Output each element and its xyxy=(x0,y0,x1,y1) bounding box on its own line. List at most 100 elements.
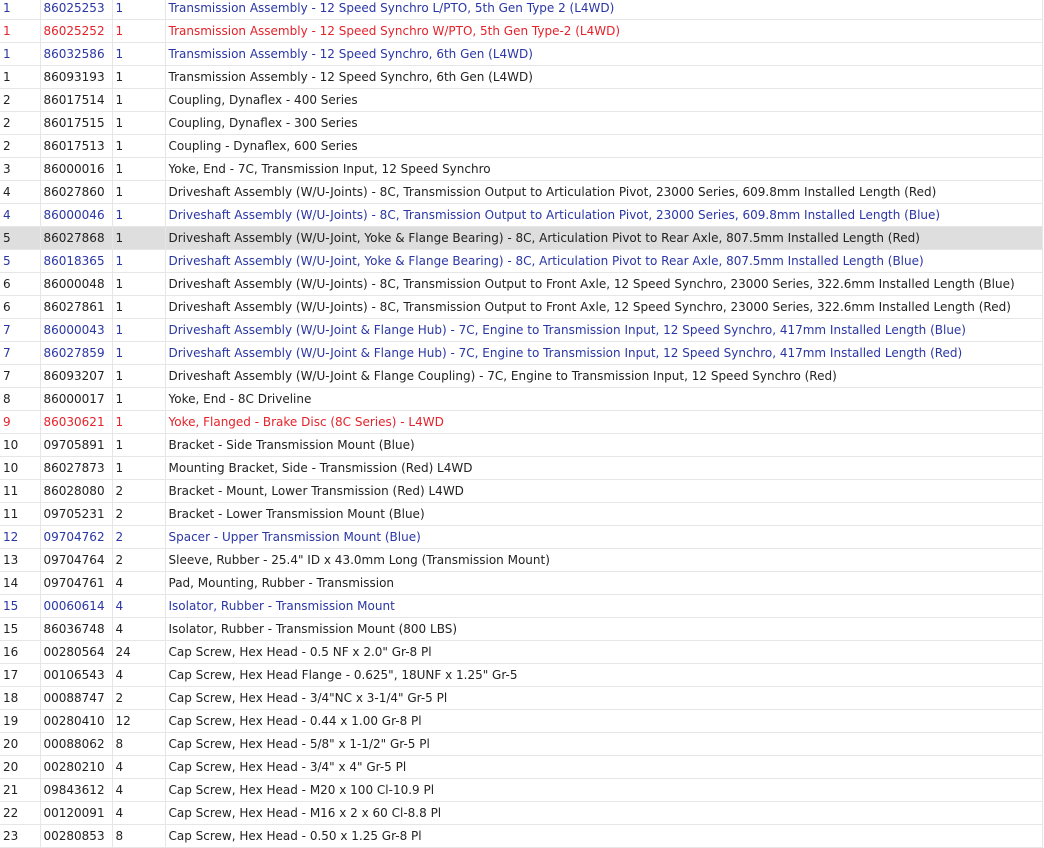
description-cell: Cap Screw, Hex Head - 3/4"NC x 3-1/4" Gr… xyxy=(165,686,1043,710)
part-number-cell: 09704761 xyxy=(40,571,113,595)
description-cell[interactable]: Isolator, Rubber - Transmission Mount xyxy=(165,594,1043,618)
item-number-cell[interactable]: 1 xyxy=(0,42,41,66)
description-cell: Bracket - Mount, Lower Transmission (Red… xyxy=(165,479,1043,503)
quantity-cell[interactable]: 1 xyxy=(112,19,166,43)
quantity-cell[interactable]: 1 xyxy=(112,0,166,20)
table-row[interactable]: 9 86030621 1 Yoke, Flanged - Brake Disc (8C… xyxy=(0,410,1043,434)
table-row: 21 09843612 4 Cap Screw, Hex Head - M20 x 1… xyxy=(0,778,1043,802)
description-cell[interactable]: Transmission Assembly - 12 Speed Synchro… xyxy=(165,0,1043,20)
quantity-cell[interactable]: 4 xyxy=(112,594,166,618)
description-cell: Cap Screw, Hex Head - M16 x 2 x 60 Cl-8.… xyxy=(165,801,1043,825)
description-cell: Cap Screw, Hex Head - 0.5 NF x 2.0" Gr-8… xyxy=(165,640,1043,664)
item-number-cell: 19 xyxy=(0,709,41,733)
item-number-cell[interactable]: 5 xyxy=(0,249,41,273)
item-number-cell[interactable]: 1 xyxy=(0,19,41,43)
quantity-cell: 8 xyxy=(112,732,166,756)
part-number-cell[interactable]: 86032586 xyxy=(40,42,113,66)
item-number-cell: 1 xyxy=(0,65,41,89)
table-row[interactable]: 1 86025252 1 Transmission Assembly - 12 Spe… xyxy=(0,19,1043,43)
part-number-cell[interactable]: 86030621 xyxy=(40,410,113,434)
quantity-cell: 1 xyxy=(112,180,166,204)
item-number-cell: 4 xyxy=(0,180,41,204)
quantity-cell[interactable]: 1 xyxy=(112,318,166,342)
item-number-cell[interactable]: 9 xyxy=(0,410,41,434)
description-cell[interactable]: Transmission Assembly - 12 Speed Synchro… xyxy=(165,42,1043,66)
description-cell[interactable]: Transmission Assembly - 12 Speed Synchro… xyxy=(165,19,1043,43)
item-number-cell: 20 xyxy=(0,732,41,756)
quantity-cell[interactable]: 2 xyxy=(112,525,166,549)
table-row[interactable]: 1 86025253 1 Transmission Assembly - 12 Spe… xyxy=(0,0,1043,20)
description-cell: Yoke, End - 7C, Transmission Input, 12 S… xyxy=(165,157,1043,181)
part-number-cell[interactable]: 86000046 xyxy=(40,203,113,227)
description-cell: Sleeve, Rubber - 25.4" ID x 43.0mm Long … xyxy=(165,548,1043,572)
table-row: 8 86000017 1 Yoke, End - 8C Driveline xyxy=(0,387,1043,411)
quantity-cell: 2 xyxy=(112,502,166,526)
description-cell[interactable]: Yoke, Flanged - Brake Disc (8C Series) -… xyxy=(165,410,1043,434)
item-number-cell: 13 xyxy=(0,548,41,572)
item-number-cell[interactable]: 15 xyxy=(0,594,41,618)
table-row[interactable]: 4 86000046 1 Driveshaft Assembly (W/U-Joint… xyxy=(0,203,1043,227)
table-row: 18 00088747 2 Cap Screw, Hex Head - 3/4"NC … xyxy=(0,686,1043,710)
part-number-cell[interactable]: 86000043 xyxy=(40,318,113,342)
description-cell[interactable]: Spacer - Upper Transmission Mount (Blue) xyxy=(165,525,1043,549)
table-row[interactable]: 5 86018365 1 Driveshaft Assembly (W/U-Joint… xyxy=(0,249,1043,273)
table-row: 2 86017514 1 Coupling, Dynaflex - 400 Serie… xyxy=(0,88,1043,112)
quantity-cell: 8 xyxy=(112,824,166,848)
part-number-cell[interactable]: 86025252 xyxy=(40,19,113,43)
description-cell: Cap Screw, Hex Head Flange - 0.625", 18U… xyxy=(165,663,1043,687)
quantity-cell[interactable]: 1 xyxy=(112,410,166,434)
description-cell: Cap Screw, Hex Head - 5/8" x 1-1/2" Gr-5… xyxy=(165,732,1043,756)
description-cell[interactable]: Driveshaft Assembly (W/U-Joints) - 8C, T… xyxy=(165,203,1043,227)
item-number-cell: 7 xyxy=(0,364,41,388)
description-cell: Coupling - Dynaflex, 600 Series xyxy=(165,134,1043,158)
quantity-cell: 1 xyxy=(112,295,166,319)
table-row: 22 00120091 4 Cap Screw, Hex Head - M16 x 2… xyxy=(0,801,1043,825)
table-row: 11 09705231 2 Bracket - Lower Transmission … xyxy=(0,502,1043,526)
part-number-cell: 86027868 xyxy=(40,226,113,250)
description-cell[interactable]: Driveshaft Assembly (W/U-Joint & Flange … xyxy=(165,318,1043,342)
item-number-cell: 10 xyxy=(0,456,41,480)
quantity-cell: 1 xyxy=(112,387,166,411)
item-number-cell: 17 xyxy=(0,663,41,687)
item-number-cell[interactable]: 7 xyxy=(0,318,41,342)
description-cell: Driveshaft Assembly (W/U-Joints) - 8C, T… xyxy=(165,295,1043,319)
item-number-cell[interactable]: 12 xyxy=(0,525,41,549)
part-number-cell[interactable]: 09704762 xyxy=(40,525,113,549)
item-number-cell: 2 xyxy=(0,88,41,112)
quantity-cell[interactable]: 1 xyxy=(112,249,166,273)
table-row[interactable]: 15 00060614 4 Isolator, Rubber - Transmissi… xyxy=(0,594,1043,618)
item-number-cell: 3 xyxy=(0,157,41,181)
quantity-cell: 1 xyxy=(112,111,166,135)
description-cell[interactable]: Driveshaft Assembly (W/U-Joint, Yoke & F… xyxy=(165,249,1043,273)
table-row[interactable]: 7 86000043 1 Driveshaft Assembly (W/U-Joint… xyxy=(0,318,1043,342)
item-number-cell: 10 xyxy=(0,433,41,457)
quantity-cell: 1 xyxy=(112,272,166,296)
item-number-cell[interactable]: 4 xyxy=(0,203,41,227)
quantity-cell[interactable]: 1 xyxy=(112,341,166,365)
quantity-cell[interactable]: 1 xyxy=(112,42,166,66)
description-cell[interactable]: Driveshaft Assembly (W/U-Joint & Flange … xyxy=(165,341,1043,365)
part-number-cell[interactable]: 86025253 xyxy=(40,0,113,20)
item-number-cell[interactable]: 1 xyxy=(0,0,41,20)
description-cell: Bracket - Side Transmission Mount (Blue) xyxy=(165,433,1043,457)
part-number-cell: 00280853 xyxy=(40,824,113,848)
quantity-cell: 1 xyxy=(112,134,166,158)
table-row[interactable]: 12 09704762 2 Spacer - Upper Transmission M… xyxy=(0,525,1043,549)
item-number-cell[interactable]: 7 xyxy=(0,341,41,365)
quantity-cell[interactable]: 1 xyxy=(112,203,166,227)
quantity-cell: 4 xyxy=(112,663,166,687)
quantity-cell: 1 xyxy=(112,364,166,388)
part-number-cell[interactable]: 00060614 xyxy=(40,594,113,618)
table-row: 6 86000048 1 Driveshaft Assembly (W/U-Joint… xyxy=(0,272,1043,296)
item-number-cell: 2 xyxy=(0,134,41,158)
part-number-cell: 09843612 xyxy=(40,778,113,802)
quantity-cell: 2 xyxy=(112,548,166,572)
item-number-cell: 18 xyxy=(0,686,41,710)
part-number-cell[interactable]: 86018365 xyxy=(40,249,113,273)
item-number-cell: 16 xyxy=(0,640,41,664)
parts-table-body: 1 86025253 1 Transmission Assembly - 12 Spe… xyxy=(0,0,1043,848)
part-number-cell[interactable]: 86027859 xyxy=(40,341,113,365)
table-row[interactable]: 7 86027859 1 Driveshaft Assembly (W/U-Joint… xyxy=(0,341,1043,365)
table-row[interactable]: 1 86032586 1 Transmission Assembly - 12 Spe… xyxy=(0,42,1043,66)
item-number-cell: 8 xyxy=(0,387,41,411)
